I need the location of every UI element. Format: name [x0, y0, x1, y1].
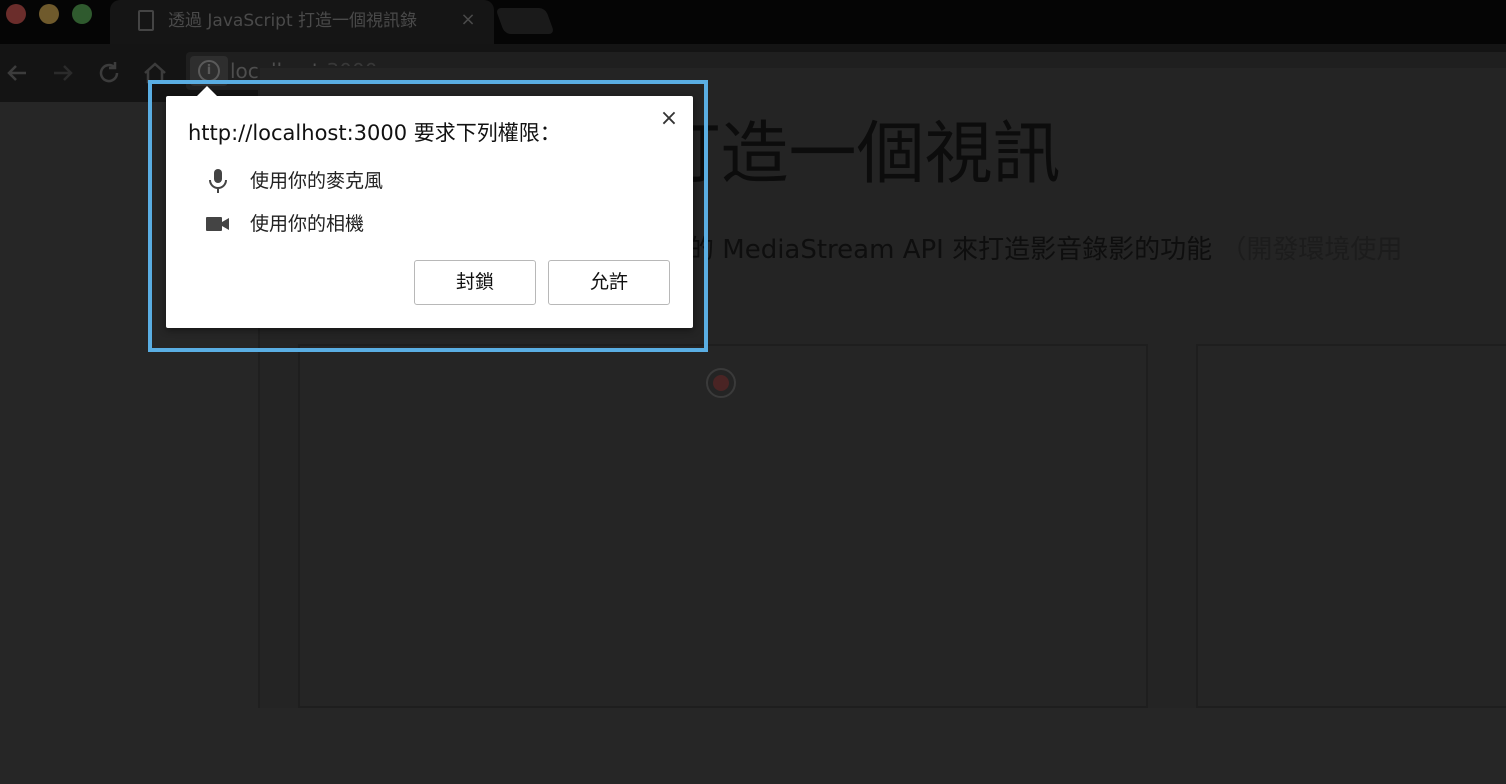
permission-label: 使用你的相機	[250, 213, 365, 235]
video-playback-panel	[1196, 344, 1506, 708]
info-icon: i	[198, 60, 220, 82]
browser-tab[interactable]: 透過 JavaScript 打造一個視訊錄 ×	[110, 0, 494, 44]
tab-close-icon[interactable]: ×	[458, 8, 478, 32]
new-tab-button[interactable]	[495, 8, 555, 34]
forward-icon[interactable]	[48, 58, 78, 88]
window-minimize-button[interactable]	[39, 4, 59, 24]
popup-title: http://localhost:3000 要求下列權限：	[188, 121, 561, 145]
permission-microphone: 使用你的麥克風	[204, 166, 604, 196]
popup-arrow	[196, 86, 218, 97]
reload-icon[interactable]	[94, 58, 124, 88]
record-button[interactable]	[706, 368, 736, 398]
video-preview-panel	[298, 344, 1148, 708]
block-button[interactable]: 封鎖	[414, 260, 536, 305]
window-maximize-button[interactable]	[72, 4, 92, 24]
permission-popup: http://localhost:3000 要求下列權限： × 使用你的麥克風 …	[166, 86, 693, 328]
window-close-button[interactable]	[6, 4, 26, 24]
page-icon	[138, 10, 154, 31]
permission-camera: 使用你的相機	[204, 209, 604, 239]
back-icon[interactable]	[2, 58, 32, 88]
tab-bar: 透過 JavaScript 打造一個視訊錄 ×	[0, 0, 1506, 44]
tab-title: 透過 JavaScript 打造一個視訊錄	[168, 11, 418, 31]
microphone-icon	[204, 168, 232, 194]
camera-icon	[204, 211, 232, 237]
description-note: （開發環境使用	[1220, 235, 1403, 265]
allow-button[interactable]: 允許	[548, 260, 670, 305]
permission-label: 使用你的麥克風	[250, 170, 384, 192]
close-icon[interactable]: ×	[656, 106, 682, 132]
